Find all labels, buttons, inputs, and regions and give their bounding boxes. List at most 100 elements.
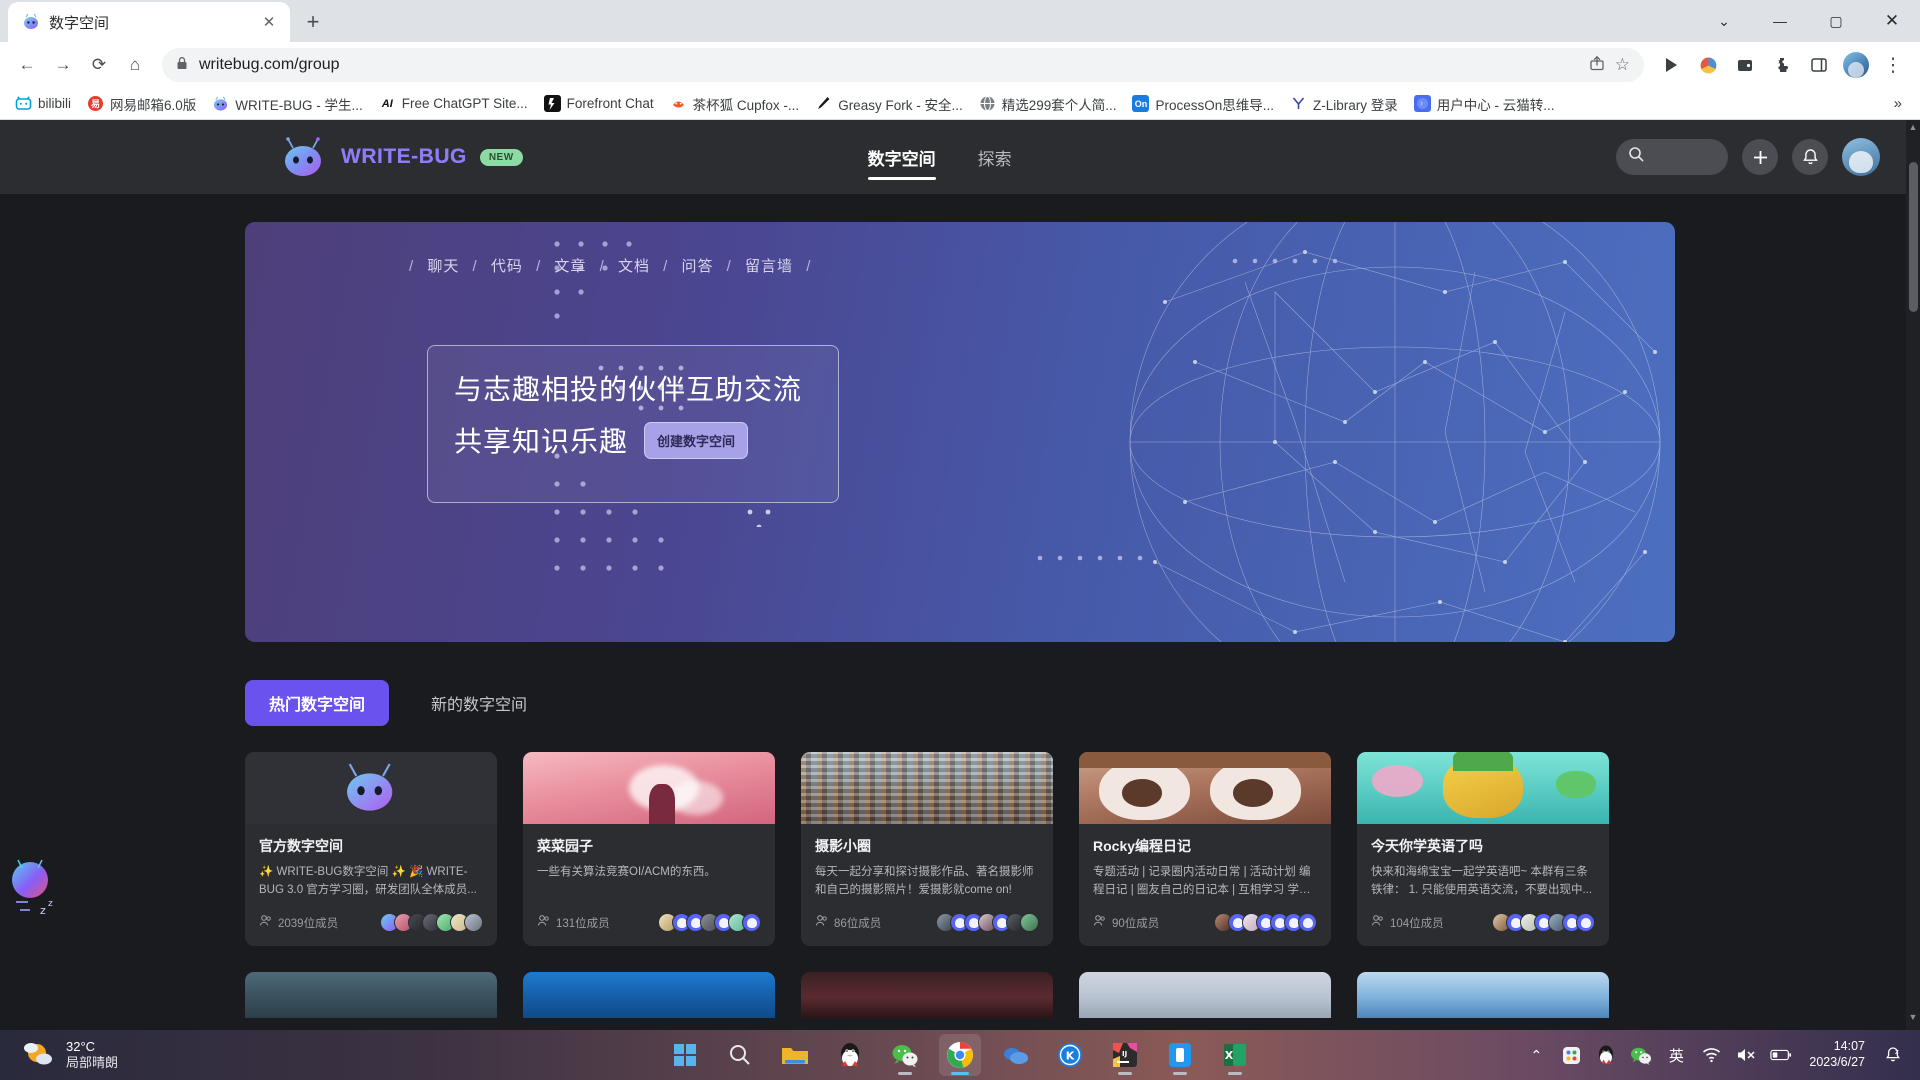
battery-icon[interactable] xyxy=(1770,1044,1792,1066)
qq-button[interactable] xyxy=(829,1034,871,1076)
bookmarks-overflow-button[interactable]: » xyxy=(1884,95,1912,112)
wifi-icon[interactable] xyxy=(1700,1044,1722,1066)
writebug-robot-logo-icon xyxy=(280,137,328,177)
phone-link-button[interactable] xyxy=(1159,1034,1201,1076)
puzzle-extension-icon[interactable] xyxy=(1765,48,1799,82)
space-card-partial[interactable] xyxy=(523,972,775,1018)
wallet-icon[interactable] xyxy=(1728,48,1762,82)
reload-button[interactable]: ⟳ xyxy=(82,48,116,82)
space-card-partial[interactable] xyxy=(801,972,1053,1018)
bookmark-netease-mail[interactable]: 易 网易邮箱6.0版 xyxy=(80,90,203,118)
scroll-down-arrow[interactable]: ▼ xyxy=(1906,1012,1920,1028)
bookmark-greasyfork[interactable]: Greasy Fork - 安全... xyxy=(808,90,970,118)
space-card[interactable]: 今天你学英语了吗 快来和海绵宝宝一起学英语吧~ 本群有三条铁律： 1. 只能使用… xyxy=(1357,752,1609,946)
wechat-tray-icon[interactable] xyxy=(1630,1044,1652,1066)
lock-icon xyxy=(176,56,188,75)
profile-avatar[interactable] xyxy=(1839,48,1873,82)
svg-text:X: X xyxy=(1225,1049,1234,1062)
filter-new-spaces[interactable]: 新的数字空间 xyxy=(407,680,551,726)
window-minimize-button[interactable]: — xyxy=(1752,0,1808,42)
member-avatar-stack xyxy=(936,913,1039,932)
nav-item-explore[interactable]: 探索 xyxy=(978,120,1012,194)
space-card[interactable]: 官方数字空间 ✨ WRITE-BUG数字空间 ✨ 🎉 WRITE-BUG 3.0… xyxy=(245,752,497,946)
start-button[interactable] xyxy=(664,1034,706,1076)
excel-button[interactable]: X xyxy=(1214,1034,1256,1076)
brand-logo-group[interactable]: WRITE-BUG NEW xyxy=(280,137,523,177)
space-card[interactable]: 菜菜园子 一些有关算法竞赛OI/ACM的东西。 131位成员 xyxy=(523,752,775,946)
wechat-button[interactable] xyxy=(884,1034,926,1076)
taskbar-search-button[interactable] xyxy=(719,1034,761,1076)
scroll-up-arrow[interactable]: ▲ xyxy=(1906,122,1920,138)
bookmark-writebug[interactable]: WRITE-BUG - 学生... xyxy=(205,90,370,118)
brand-name: WRITE-BUG xyxy=(341,145,467,168)
notification-bell-button[interactable] xyxy=(1792,139,1828,175)
floating-assistant-widget[interactable]: z z xyxy=(10,858,70,938)
crumb-message-wall[interactable]: 留言墙 xyxy=(745,258,793,275)
crumb-article[interactable]: 文章 xyxy=(554,258,586,275)
tab-close-icon[interactable]: ✕ xyxy=(258,11,280,33)
members-icon xyxy=(1093,914,1106,932)
bookmark-yunmao[interactable]: 用户中心 - 云猫转... xyxy=(1407,90,1562,118)
user-avatar[interactable] xyxy=(1842,138,1880,176)
onedrive-button[interactable] xyxy=(994,1034,1036,1076)
bookmark-zlibrary[interactable]: Z-Library 登录 xyxy=(1283,90,1405,118)
add-button[interactable] xyxy=(1742,139,1778,175)
hero-headline-line2: 共享知识乐趣 xyxy=(454,426,629,457)
home-button[interactable]: ⌂ xyxy=(118,48,152,82)
side-panel-icon[interactable] xyxy=(1802,48,1836,82)
window-maximize-button[interactable]: ▢ xyxy=(1808,0,1864,42)
intellij-idea-button[interactable]: IJ xyxy=(1104,1034,1146,1076)
new-tab-button[interactable]: + xyxy=(296,5,330,39)
cupfox-icon xyxy=(669,95,687,112)
colorful-app-tray-icon[interactable] xyxy=(1560,1044,1582,1066)
space-card-partial[interactable] xyxy=(245,972,497,1018)
taskbar-clock[interactable]: 14:07 2023/6/27 xyxy=(1805,1039,1869,1070)
scrollbar-thumb[interactable] xyxy=(1909,162,1918,312)
bookmark-star-icon[interactable]: ☆ xyxy=(1615,55,1630,75)
bookmark-cupfox[interactable]: 茶杯狐 Cupfox -... xyxy=(663,90,807,118)
colorful-extension-icon[interactable] xyxy=(1691,48,1725,82)
media-play-icon[interactable] xyxy=(1654,48,1688,82)
browser-menu-icon[interactable]: ⋮ xyxy=(1876,48,1910,82)
forward-button[interactable]: → xyxy=(46,48,80,82)
nav-item-digital-space[interactable]: 数字空间 xyxy=(867,120,936,194)
back-button[interactable]: ← xyxy=(10,48,44,82)
bookmark-processon[interactable]: On ProcessOn思维导... xyxy=(1125,90,1281,118)
zlibrary-icon xyxy=(1290,95,1308,112)
space-card-partial[interactable] xyxy=(1079,972,1331,1018)
bookmark-free-chatgpt[interactable]: AI Free ChatGPT Site... xyxy=(372,91,535,116)
bookmark-bilibili[interactable]: bilibili xyxy=(8,91,78,116)
qq-tray-icon[interactable] xyxy=(1595,1044,1617,1066)
members-icon xyxy=(1371,914,1384,932)
ime-indicator[interactable]: 英 xyxy=(1665,1044,1687,1066)
kingsoft-button[interactable]: K xyxy=(1049,1034,1091,1076)
weather-widget[interactable]: 32°C 局部晴朗 xyxy=(0,1038,300,1073)
page-scrollbar[interactable]: ▲ ▼ xyxy=(1906,120,1920,1030)
space-card[interactable]: Rocky编程日记 专题活动 | 记录圈内活动日常 | 活动计划 编程日记 | … xyxy=(1079,752,1331,946)
crumb-code[interactable]: 代码 xyxy=(491,258,523,275)
bookmark-forefront-chat[interactable]: Forefront Chat xyxy=(537,91,661,116)
crumb-qa[interactable]: 问答 xyxy=(681,258,713,275)
browser-tab[interactable]: 数字空间 ✕ xyxy=(8,2,290,42)
crumb-separator: / xyxy=(599,258,605,275)
window-chevron-icon[interactable]: ⌄ xyxy=(1696,0,1752,42)
crumb-document[interactable]: 文档 xyxy=(618,258,650,275)
file-explorer-button[interactable] xyxy=(774,1034,816,1076)
svg-text:易: 易 xyxy=(91,99,100,110)
create-digital-space-button[interactable]: 创建数字空间 xyxy=(644,421,749,459)
filter-popular-spaces[interactable]: 热门数字空间 xyxy=(245,680,390,726)
volume-muted-icon[interactable] xyxy=(1735,1044,1757,1066)
space-card[interactable]: 摄影小圈 每天一起分享和探讨摄影作品、著名摄影师和自己的摄影照片！爱摄影就com… xyxy=(801,752,1053,946)
weather-temperature: 32°C xyxy=(66,1038,96,1054)
search-input[interactable] xyxy=(1616,139,1728,175)
tray-chevron-icon[interactable]: ⌃ xyxy=(1525,1044,1547,1066)
window-close-button[interactable]: ✕ xyxy=(1864,0,1920,42)
crumb-separator: / xyxy=(409,258,415,275)
notification-sleep-icon[interactable]: z xyxy=(1882,1044,1904,1066)
chrome-button[interactable] xyxy=(939,1034,981,1076)
space-card-partial[interactable] xyxy=(1357,972,1609,1018)
bookmark-resume-templates[interactable]: 精选299套个人简... xyxy=(972,90,1124,118)
share-icon[interactable] xyxy=(1589,55,1605,76)
address-bar[interactable]: writebug.com/group ☆ xyxy=(162,48,1644,82)
crumb-chat[interactable]: 聊天 xyxy=(427,258,459,275)
